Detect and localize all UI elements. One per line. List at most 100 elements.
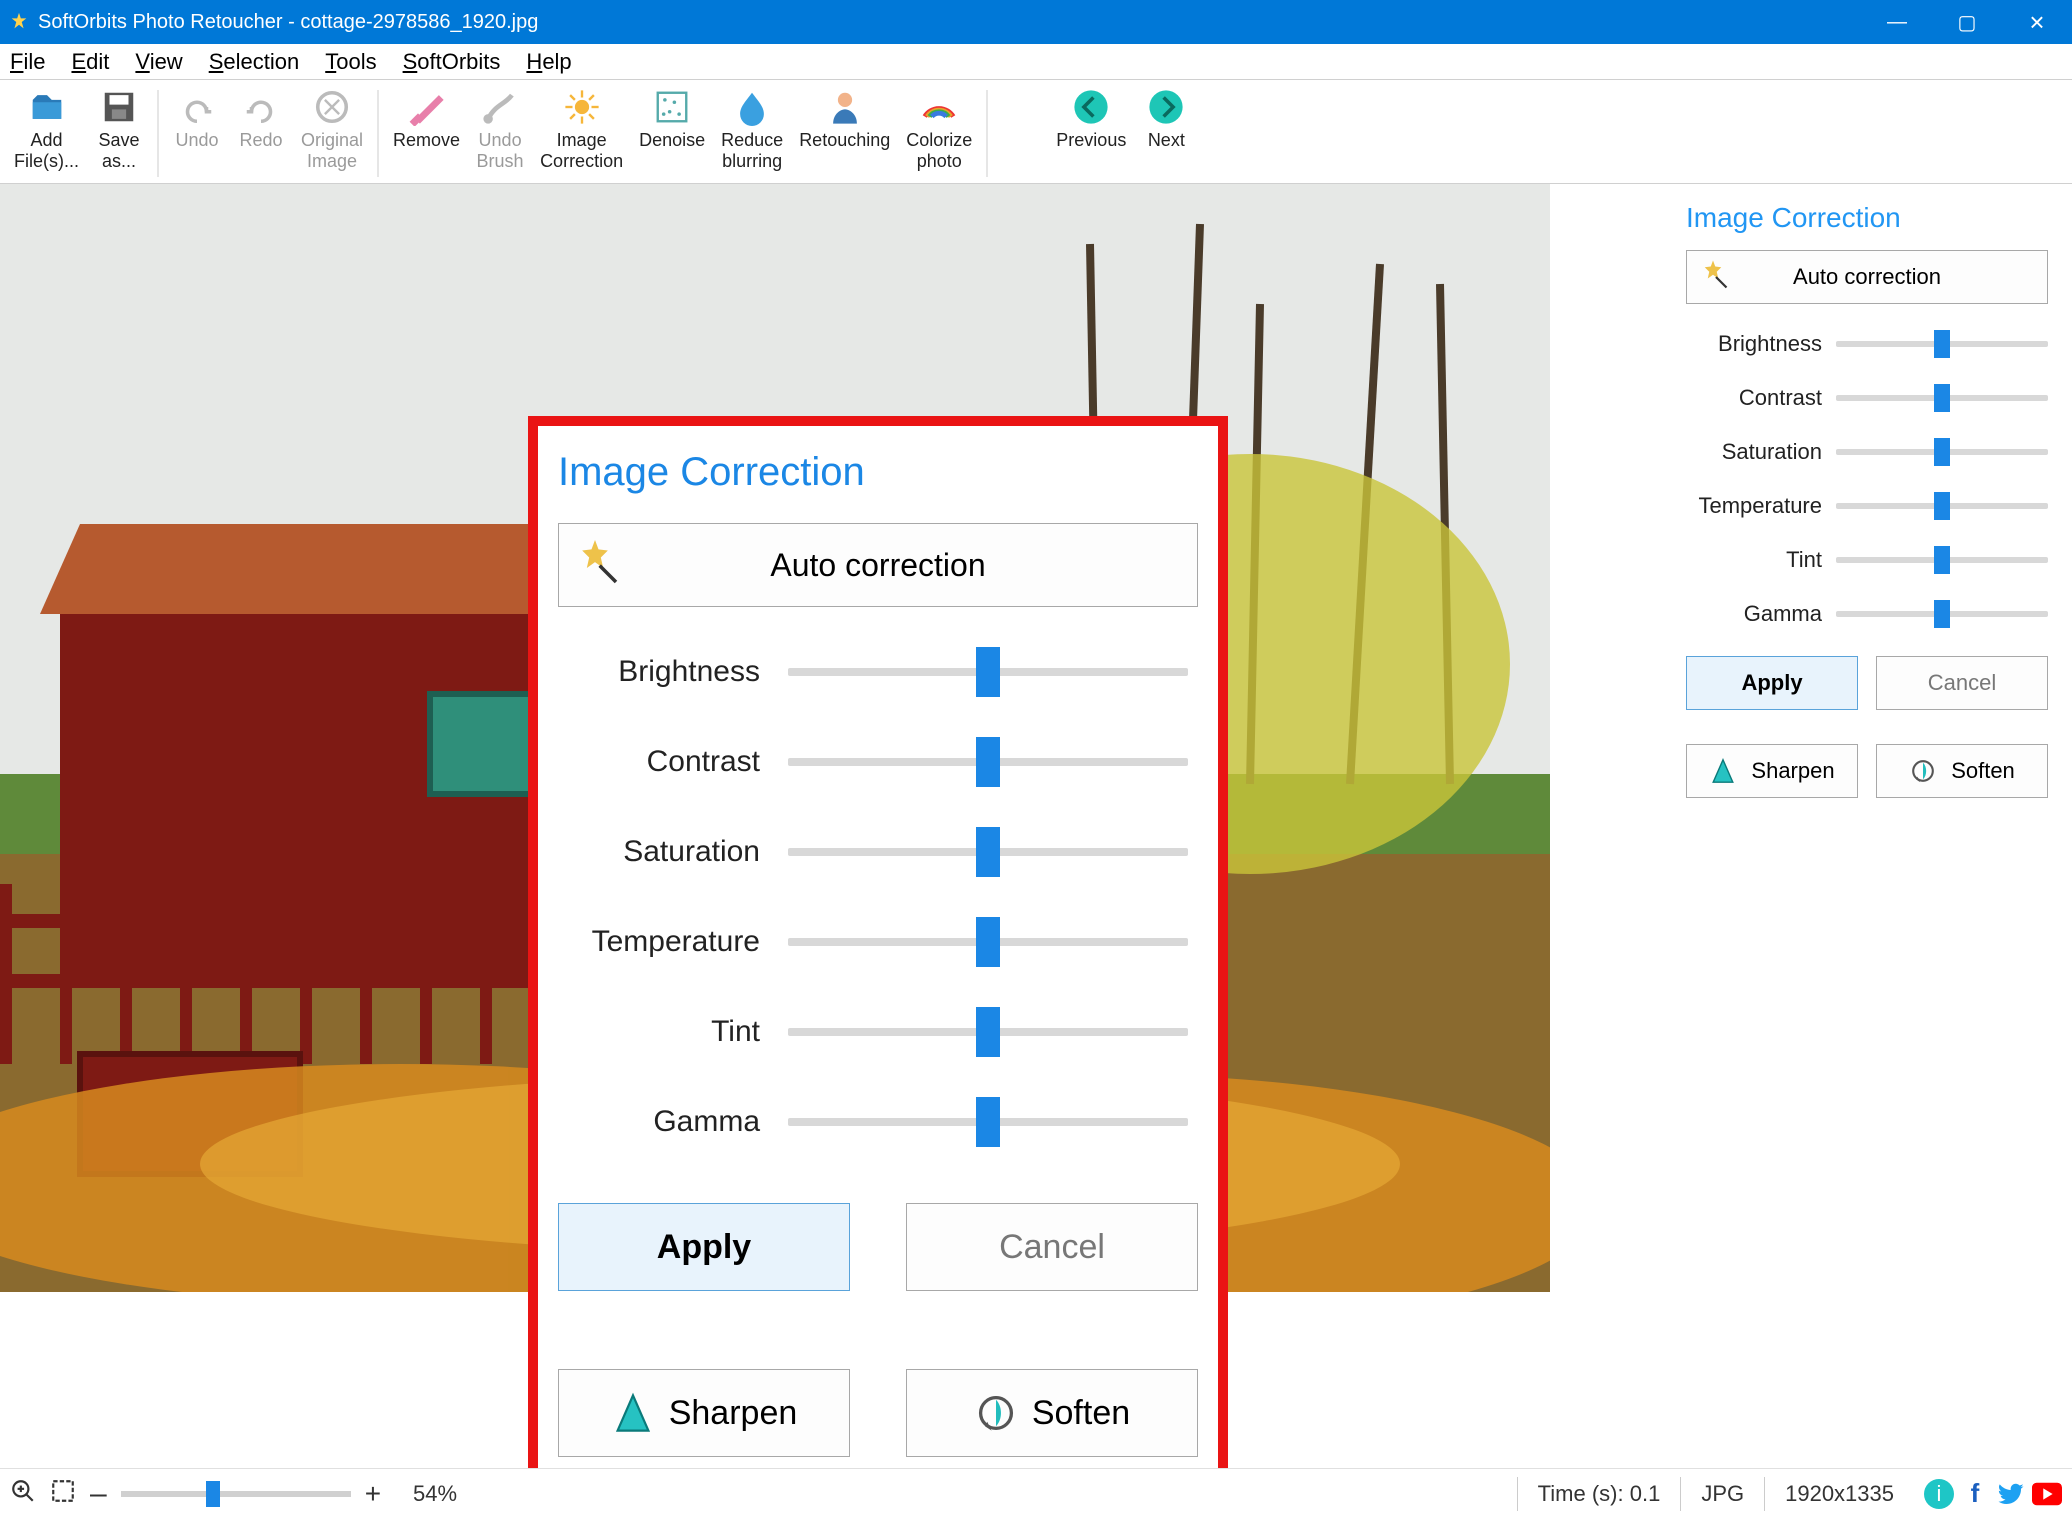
slider-track-tint[interactable] (788, 1028, 1188, 1036)
slider-tint: Tint (1686, 540, 2048, 580)
toolbar-save-as[interactable]: Saveas... (87, 84, 151, 183)
cancel-button-side[interactable]: Cancel (1876, 656, 2048, 710)
image-correction-icon (563, 88, 601, 126)
wand-icon (567, 533, 623, 597)
undo-icon (178, 88, 216, 126)
close-button[interactable]: × (2002, 0, 2072, 44)
slider-track-temperature[interactable] (788, 938, 1188, 946)
maximize-button[interactable]: ▢ (1932, 0, 2002, 44)
toolbar-retouching[interactable]: Retouching (791, 84, 898, 183)
slider-brightness: Brightness (558, 627, 1198, 717)
twitter-icon[interactable] (1996, 1479, 2026, 1509)
slider-thumb-tint[interactable] (976, 1007, 1000, 1057)
slider-contrast: Contrast (558, 717, 1198, 807)
zoom-slider[interactable] (121, 1491, 351, 1497)
slider-track-temperature[interactable] (1836, 503, 2048, 509)
slider-label-saturation: Saturation (558, 835, 788, 869)
slider-thumb-saturation[interactable] (1934, 438, 1950, 466)
auto-correction-button-side[interactable]: Auto correction (1686, 250, 2048, 304)
toolbar-undo-brush[interactable]: UndoBrush (468, 84, 532, 183)
slider-thumb-gamma[interactable] (1934, 600, 1950, 628)
slider-track-gamma[interactable] (788, 1118, 1188, 1126)
slider-thumb-brightness[interactable] (976, 647, 1000, 697)
slider-thumb-gamma[interactable] (976, 1097, 1000, 1147)
info-icon[interactable]: i (1924, 1479, 1954, 1509)
apply-button-side[interactable]: Apply (1686, 656, 1858, 710)
sharpen-button[interactable]: Sharpen (558, 1369, 850, 1457)
toolbar-undo[interactable]: Undo (165, 84, 229, 183)
menu-bar: File Edit View Selection Tools SoftOrbits Help (0, 44, 2072, 80)
toolbar-next[interactable]: Next (1134, 84, 1198, 183)
toolbar-remove[interactable]: Remove (385, 84, 468, 183)
slider-thumb-tint[interactable] (1934, 546, 1950, 574)
slider-track-gamma[interactable] (1836, 611, 2048, 617)
menu-selection[interactable]: Selection (209, 49, 300, 75)
toolbar-add-files[interactable]: AddFile(s)... (6, 84, 87, 183)
toolbar-original-image[interactable]: OriginalImage (293, 84, 371, 183)
slider-thumb-brightness[interactable] (1934, 330, 1950, 358)
slider-brightness: Brightness (1686, 324, 2048, 364)
soften-button-side[interactable]: Soften (1876, 744, 2048, 798)
facebook-icon[interactable]: f (1960, 1479, 1990, 1509)
slider-track-tint[interactable] (1836, 557, 2048, 563)
slider-track-contrast[interactable] (1836, 395, 2048, 401)
soften-button[interactable]: Soften (906, 1369, 1198, 1457)
slider-thumb-saturation[interactable] (976, 827, 1000, 877)
menu-edit[interactable]: Edit (71, 49, 109, 75)
auto-correction-button[interactable]: Auto correction (558, 523, 1198, 607)
status-dimensions: 1920x1335 (1764, 1477, 1914, 1511)
sharpen-button-side[interactable]: Sharpen (1686, 744, 1858, 798)
toolbar-redo[interactable]: Redo (229, 84, 293, 183)
slider-label-temperature: Temperature (1686, 493, 1836, 519)
slider-track-brightness[interactable] (788, 668, 1188, 676)
apply-button[interactable]: Apply (558, 1203, 850, 1291)
auto-correction-label: Auto correction (1793, 264, 1941, 290)
slider-label-brightness: Brightness (558, 655, 788, 689)
zoom-in-icon[interactable] (10, 1478, 36, 1510)
slider-temperature: Temperature (558, 897, 1198, 987)
slider-saturation: Saturation (558, 807, 1198, 897)
slider-thumb-contrast[interactable] (976, 737, 1000, 787)
previous-icon (1072, 88, 1110, 126)
toolbar: AddFile(s)...Saveas...UndoRedoOriginalIm… (0, 80, 2072, 184)
cancel-button[interactable]: Cancel (906, 1203, 1198, 1291)
menu-softorbits[interactable]: SoftOrbits (403, 49, 501, 75)
slider-thumb-temperature[interactable] (1934, 492, 1950, 520)
denoise-icon (653, 88, 691, 126)
toolbar-image-correction[interactable]: ImageCorrection (532, 84, 631, 183)
slider-gamma: Gamma (1686, 594, 2048, 634)
window-title: SoftOrbits Photo Retoucher - cottage-297… (38, 11, 538, 34)
youtube-icon[interactable] (2032, 1479, 2062, 1509)
slider-track-brightness[interactable] (1836, 341, 2048, 347)
minimize-button[interactable]: — (1862, 0, 1932, 44)
slider-gamma: Gamma (558, 1077, 1198, 1167)
menu-view[interactable]: View (135, 49, 182, 75)
save-as-icon (100, 88, 138, 126)
fit-screen-icon[interactable] (50, 1478, 76, 1510)
slider-label-tint: Tint (558, 1015, 788, 1049)
menu-file[interactable]: File (10, 49, 45, 75)
sharpen-icon (611, 1391, 655, 1435)
menu-tools[interactable]: Tools (325, 49, 376, 75)
slider-label-brightness: Brightness (1686, 331, 1836, 357)
toolbar-reduce-blurring[interactable]: Reduceblurring (713, 84, 791, 183)
colorize-photo-icon (920, 88, 958, 126)
slider-track-contrast[interactable] (788, 758, 1188, 766)
slider-thumb-temperature[interactable] (976, 917, 1000, 967)
menu-help[interactable]: Help (526, 49, 571, 75)
redo-icon (242, 88, 280, 126)
toolbar-denoise[interactable]: Denoise (631, 84, 713, 183)
slider-saturation: Saturation (1686, 432, 2048, 472)
undo-brush-icon (481, 88, 519, 126)
toolbar-previous[interactable]: Previous (1048, 84, 1134, 183)
slider-temperature: Temperature (1686, 486, 2048, 526)
toolbar-colorize-photo[interactable]: Colorizephoto (898, 84, 980, 183)
slider-track-saturation[interactable] (788, 848, 1188, 856)
zoom-in-button[interactable]: + (365, 1478, 381, 1510)
side-panel: Image Correction Auto correction Brightn… (1662, 184, 2072, 1468)
slider-track-saturation[interactable] (1836, 449, 2048, 455)
canvas-area[interactable]: Image Correction Auto correction Brightn… (0, 184, 1662, 1468)
zoom-out-button[interactable]: – (90, 1477, 107, 1511)
slider-thumb-contrast[interactable] (1934, 384, 1950, 412)
title-bar: SoftOrbits Photo Retoucher - cottage-297… (0, 0, 2072, 44)
